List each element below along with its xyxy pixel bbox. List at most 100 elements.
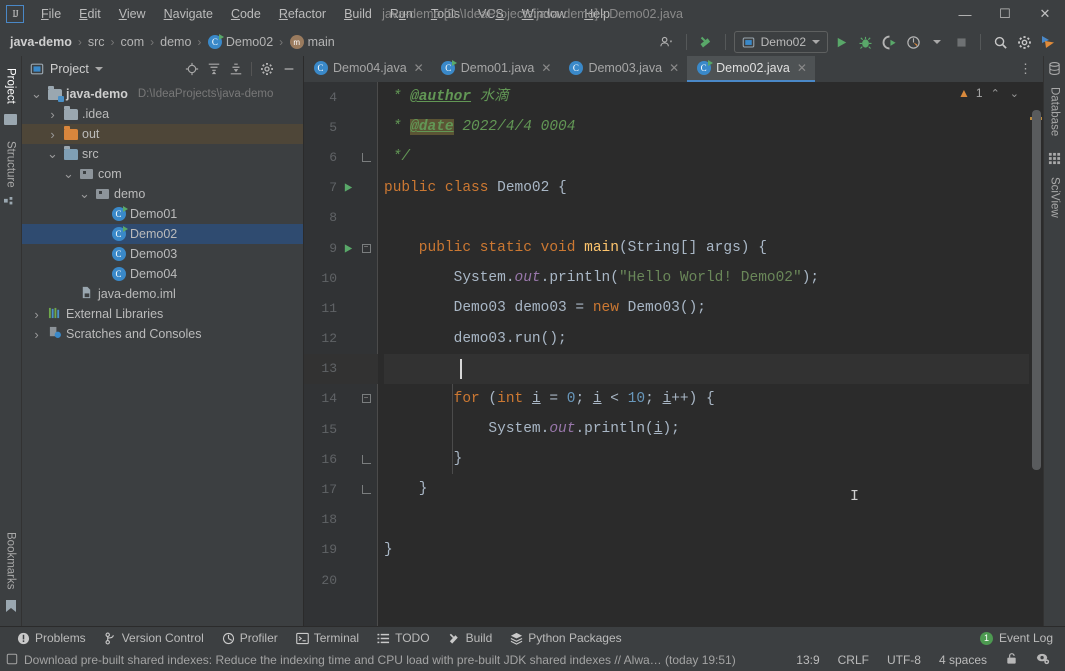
code-line[interactable]: System.out.println("Hello World! Demo02"…	[384, 263, 1043, 293]
gutter-line[interactable]: 5	[304, 112, 378, 142]
status-message[interactable]: Download pre-built shared indexes: Reduc…	[6, 653, 736, 668]
chevron-right-icon[interactable]: ›	[30, 307, 43, 322]
menu-tools[interactable]: Tools	[422, 3, 469, 25]
bottom-tab-problems[interactable]: Problems	[8, 629, 95, 647]
gutter-line[interactable]: 12	[304, 324, 378, 354]
gutter-line[interactable]: 4	[304, 82, 378, 112]
code-line[interactable]: }	[384, 474, 1043, 504]
menu-edit[interactable]: Edit	[70, 3, 110, 25]
fold-collapse-icon[interactable]: −	[362, 394, 371, 403]
fold-end-icon[interactable]	[362, 485, 371, 494]
inspection-eye-icon[interactable]	[1027, 650, 1059, 670]
gutter-line[interactable]: 17	[304, 474, 378, 504]
close-button[interactable]: ✕	[1025, 0, 1065, 28]
tree-node-demo02[interactable]: CDemo02	[22, 224, 303, 244]
chevron-down-icon[interactable]: ⌄	[46, 151, 59, 157]
editor-tab-demo04[interactable]: CDemo04.java✕	[304, 56, 432, 82]
gutter-line[interactable]: 18	[304, 505, 378, 535]
fold-collapse-icon[interactable]: −	[362, 244, 371, 253]
menu-vcs[interactable]: VCS	[469, 3, 513, 25]
code-line[interactable]: Demo03 demo03 = new Demo03();	[384, 293, 1043, 323]
close-icon[interactable]: ✕	[669, 61, 679, 75]
stop-icon[interactable]	[950, 31, 972, 53]
unlocked-icon[interactable]	[996, 650, 1027, 670]
debug-icon[interactable]	[854, 31, 876, 53]
gutter-line[interactable]: 9−	[304, 233, 378, 263]
profiler-dropdown-icon[interactable]	[926, 31, 948, 53]
next-problem-icon[interactable]: ⌄	[1008, 87, 1021, 100]
scrollbar-thumb[interactable]	[1032, 110, 1041, 470]
run-configuration-selector[interactable]: Demo02	[734, 31, 828, 53]
menu-window[interactable]: Window	[513, 3, 575, 25]
breadcrumb-com[interactable]: com	[121, 35, 145, 49]
tree-node-src[interactable]: ⌄src	[22, 144, 303, 164]
tree-node-out[interactable]: ›out	[22, 124, 303, 144]
editor-gutter[interactable]: 456789−1011121314−151617181920	[304, 82, 378, 626]
tree-node-demo01[interactable]: CDemo01	[22, 204, 303, 224]
menu-view[interactable]: View	[110, 3, 155, 25]
code-line[interactable]	[384, 354, 1043, 384]
code-line[interactable]: demo03.run();	[384, 324, 1043, 354]
gutter-line[interactable]: 19	[304, 535, 378, 565]
chevron-right-icon[interactable]: ›	[46, 107, 59, 122]
editor-tab-demo03[interactable]: CDemo03.java✕	[559, 56, 687, 82]
code-line[interactable]: * @date 2022/4/4 0004	[384, 112, 1043, 142]
settings-gear-icon[interactable]	[1013, 31, 1035, 53]
gutter-line[interactable]: 8	[304, 203, 378, 233]
run-icon[interactable]	[830, 31, 852, 53]
gutter-line[interactable]: 20	[304, 565, 378, 595]
code-line[interactable]	[384, 565, 1043, 595]
code-content[interactable]: * @author 水滴 * @date 2022/4/4 0004 */pub…	[378, 82, 1043, 626]
sidebar-item-structure[interactable]: Structure	[2, 135, 20, 194]
gutter-line[interactable]: 7	[304, 173, 378, 203]
close-icon[interactable]: ✕	[541, 61, 551, 75]
bottom-tab-todo[interactable]: TODO	[368, 629, 438, 647]
breadcrumb-demo[interactable]: demo	[160, 35, 191, 49]
update-project-icon[interactable]	[695, 31, 717, 53]
menu-code[interactable]: Code	[222, 3, 270, 25]
bottom-tab-python-packages[interactable]: Python Packages	[501, 629, 630, 647]
fold-end-icon[interactable]	[362, 153, 371, 162]
run-gutter-icon[interactable]	[340, 182, 356, 193]
sidebar-item-bookmarks[interactable]: Bookmarks	[2, 526, 20, 596]
gutter-line[interactable]: 10	[304, 263, 378, 293]
settings-gear-icon[interactable]	[257, 59, 277, 79]
code-line[interactable]: */	[384, 142, 1043, 172]
code-line[interactable]: public class Demo02 {	[384, 173, 1043, 203]
tree-node-java-demo[interactable]: ⌄java-demoD:\IdeaProjects\java-demo	[22, 84, 303, 104]
tree-node-demo03[interactable]: CDemo03	[22, 244, 303, 264]
breadcrumb-java-demo[interactable]: java-demo	[10, 35, 72, 49]
caret-position[interactable]: 13:9	[787, 651, 828, 669]
inspection-widget[interactable]: ▲ 1 ⌃ ⌄	[958, 86, 1021, 100]
chevron-down-icon[interactable]: ⌄	[30, 91, 43, 97]
previous-problem-icon[interactable]: ⌃	[989, 87, 1002, 100]
locate-icon[interactable]	[182, 59, 202, 79]
chevron-down-icon[interactable]	[95, 67, 103, 71]
run-with-coverage-icon[interactable]	[878, 31, 900, 53]
breadcrumb-src[interactable]: src	[88, 35, 105, 49]
code-line[interactable]: System.out.println(i);	[384, 414, 1043, 444]
bottom-tab-build[interactable]: Build	[439, 629, 502, 647]
tree-node-com[interactable]: ⌄com	[22, 164, 303, 184]
breadcrumb-demo02[interactable]: C Demo02	[207, 35, 273, 50]
gutter-line[interactable]: 14−	[304, 384, 378, 414]
editor-scrollbar[interactable]	[1029, 82, 1043, 626]
tree-node-demo04[interactable]: CDemo04	[22, 264, 303, 284]
chevron-right-icon[interactable]: ›	[46, 127, 59, 142]
run-gutter-icon[interactable]	[340, 243, 356, 254]
code-line[interactable]: for (int i = 0; i < 10; i++) {	[384, 384, 1043, 414]
code-line[interactable]: }	[384, 535, 1043, 565]
tree-node-java-demo-iml[interactable]: java-demo.iml	[22, 284, 303, 304]
gutter-line[interactable]: 15	[304, 414, 378, 444]
menu-file[interactable]: File	[32, 3, 70, 25]
hide-icon[interactable]	[279, 59, 299, 79]
gutter-line[interactable]: 13	[304, 354, 378, 384]
editor-tab-demo02[interactable]: CDemo02.java✕	[687, 56, 815, 82]
minimize-button[interactable]: —	[945, 0, 985, 28]
gutter-line[interactable]: 11	[304, 293, 378, 323]
menu-refactor[interactable]: Refactor	[270, 3, 335, 25]
ide-assistant-icon[interactable]	[1037, 31, 1059, 53]
tree-node-scratches-and-consoles[interactable]: ›Scratches and Consoles	[22, 324, 303, 344]
collapse-all-icon[interactable]	[226, 59, 246, 79]
bottom-tab-profiler[interactable]: Profiler	[213, 629, 287, 647]
